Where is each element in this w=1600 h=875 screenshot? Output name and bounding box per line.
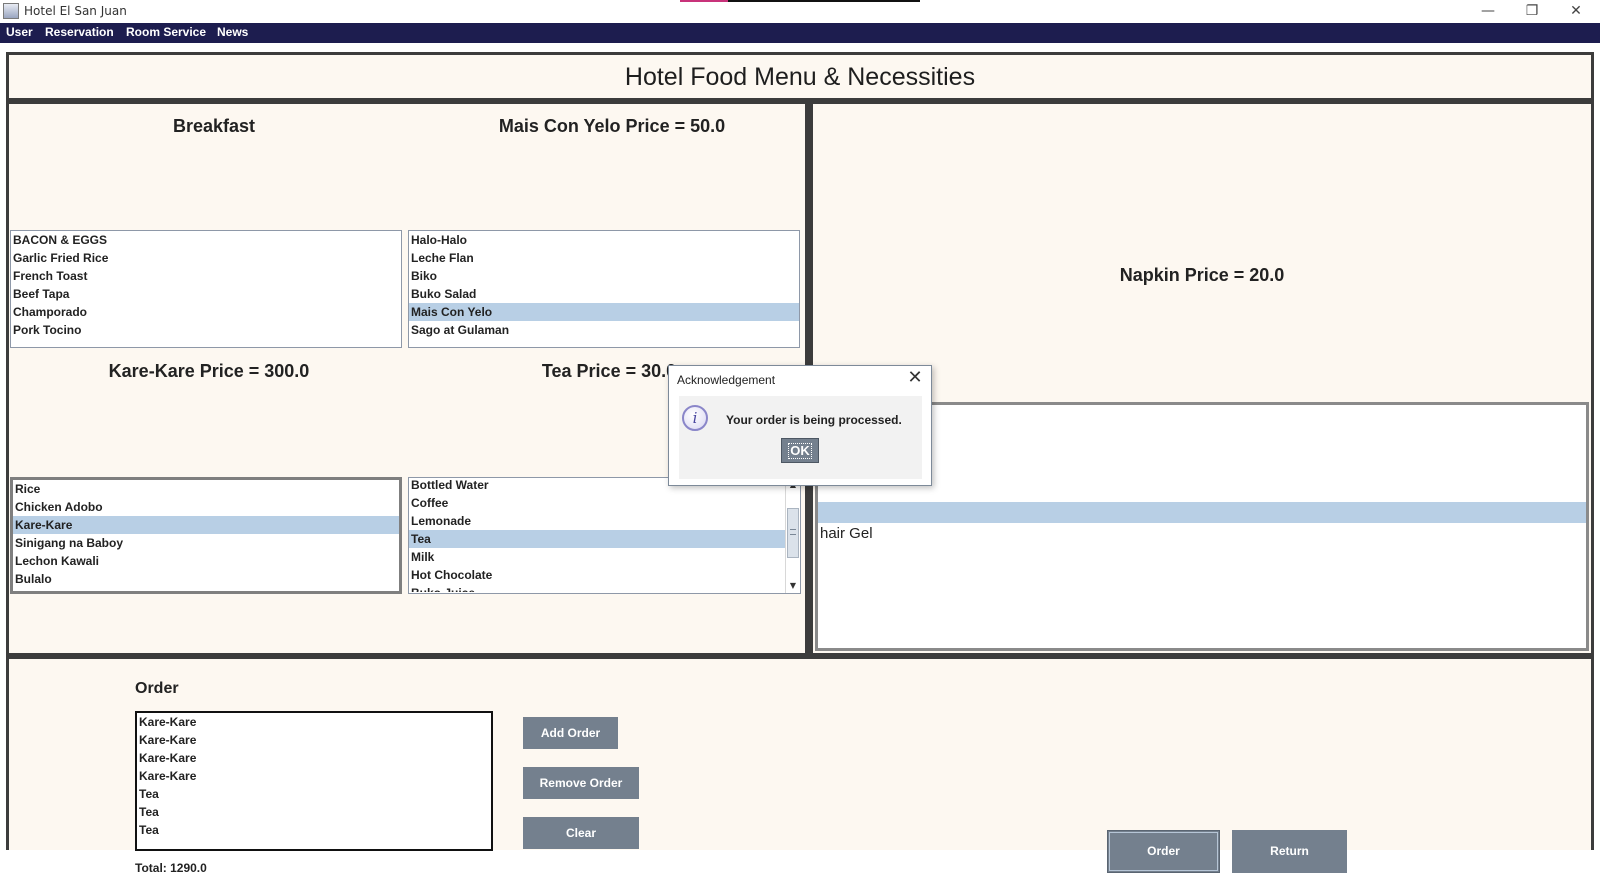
lunch-price-label: Kare-Kare Price = 300.0: [108, 361, 310, 381]
list-item[interactable]: hair Gel: [818, 523, 1586, 544]
scroll-down-icon[interactable]: ▼: [786, 579, 800, 593]
list-item-selected[interactable]: [818, 502, 1586, 523]
list-item-selected[interactable]: Kare-Kare: [13, 516, 399, 534]
list-item[interactable]: Halo-Halo: [409, 231, 799, 249]
list-item[interactable]: BACON & EGGS: [11, 231, 401, 249]
acknowledgement-dialog: Acknowledgement ✕ i Your order is being …: [668, 365, 932, 486]
order-list[interactable]: Kare-Kare Kare-Kare Kare-Kare Kare-Kare …: [135, 711, 493, 851]
list-item[interactable]: [818, 460, 1586, 481]
dialog-close-icon[interactable]: ✕: [905, 368, 925, 388]
dialog-ok-button[interactable]: OK: [781, 438, 819, 463]
add-order-button[interactable]: Add Order: [523, 717, 618, 749]
drinks-scrollbar[interactable]: ▲ ▼: [785, 478, 800, 593]
list-item[interactable]: Biko: [409, 267, 799, 285]
dialog-title: Acknowledgement: [677, 373, 776, 387]
dialog-message: Your order is being processed.: [726, 413, 902, 427]
header-panel: Hotel Food Menu & Necessities: [9, 55, 1591, 98]
menu-user[interactable]: User: [6, 25, 33, 39]
order-total: Total: 1290.0: [135, 861, 207, 875]
dialog-body: i Your order is being processed. OK: [679, 396, 922, 479]
order-panel: Order Kare-Kare Kare-Kare Kare-Kare Kare…: [9, 659, 1591, 875]
window-title: Hotel El San Juan: [24, 4, 127, 18]
remove-order-button[interactable]: Remove Order: [523, 767, 639, 799]
list-item[interactable]: Milk: [409, 548, 786, 566]
window-titlebar: Hotel El San Juan — ❐ ✕: [0, 0, 1600, 23]
list-item[interactable]: French Toast: [11, 267, 401, 285]
info-icon: i: [682, 405, 708, 431]
clear-button[interactable]: Clear: [523, 817, 639, 849]
page-title: Hotel Food Menu & Necessities: [624, 63, 976, 91]
order-item[interactable]: Tea: [137, 803, 491, 821]
list-item[interactable]: Champorado: [11, 303, 401, 321]
list-item[interactable]: Hot Chocolate: [409, 566, 786, 584]
list-item-selected[interactable]: Mais Con Yelo: [409, 303, 799, 321]
list-item[interactable]: [818, 418, 1586, 439]
list-item[interactable]: Garlic Fried Rice: [11, 249, 401, 267]
list-item[interactable]: Lemonade: [409, 512, 786, 530]
list-item[interactable]: Sinigang na Baboy: [13, 534, 399, 552]
list-item[interactable]: Leche Flan: [409, 249, 799, 267]
list-item[interactable]: Lechon Kawali: [13, 552, 399, 570]
order-button[interactable]: Order: [1107, 830, 1220, 873]
dessert-list[interactable]: Halo-Halo Leche Flan Biko Buko Salad Mai…: [408, 230, 800, 348]
breakfast-label: Breakfast: [172, 116, 256, 136]
list-item[interactable]: [818, 439, 1586, 460]
order-item[interactable]: Kare-Kare: [137, 749, 491, 767]
list-item[interactable]: Buko Juice: [409, 584, 786, 592]
close-icon[interactable]: ✕: [1554, 0, 1598, 23]
scroll-thumb[interactable]: [787, 508, 799, 558]
order-label: Order: [135, 680, 179, 697]
menu-room-service[interactable]: Room Service: [126, 25, 206, 39]
order-item[interactable]: Kare-Kare: [137, 731, 491, 749]
menu-news[interactable]: News: [217, 25, 248, 39]
list-item[interactable]: Coffee: [409, 494, 786, 512]
list-item[interactable]: Pork Tocino: [11, 321, 401, 339]
titlebar-accent-highlight: [680, 0, 728, 2]
list-item[interactable]: Sago at Gulaman: [409, 321, 799, 339]
restore-icon[interactable]: ❐: [1510, 0, 1554, 23]
list-item-selected[interactable]: Tea: [409, 530, 786, 548]
dialog-ok-label: OK: [788, 443, 812, 459]
necessities-price-label: Napkin Price = 20.0: [1119, 265, 1285, 285]
app-icon: [3, 3, 19, 19]
order-item[interactable]: Kare-Kare: [137, 713, 491, 731]
list-item[interactable]: Sh: [818, 405, 1586, 418]
breakfast-list[interactable]: BACON & EGGS Garlic Fried Rice French To…: [10, 230, 402, 348]
drinks-list[interactable]: Bottled Water Coffee Lemonade Tea Milk H…: [408, 477, 801, 594]
list-item[interactable]: Rice: [13, 480, 399, 498]
order-item[interactable]: Tea: [137, 785, 491, 803]
dessert-price-label: Mais Con Yelo Price = 50.0: [498, 116, 726, 136]
order-item[interactable]: Kare-Kare: [137, 767, 491, 785]
menubar: User Reservation Room Service News: [0, 23, 1600, 43]
order-item[interactable]: Tea: [137, 821, 491, 839]
menu-reservation[interactable]: Reservation: [45, 25, 114, 39]
list-item[interactable]: [818, 481, 1586, 502]
lunch-list[interactable]: Rice Chicken Adobo Kare-Kare Sinigang na…: [10, 477, 402, 594]
list-item[interactable]: Buko Salad: [409, 285, 799, 303]
list-item[interactable]: Beef Tapa: [11, 285, 401, 303]
return-button[interactable]: Return: [1232, 830, 1347, 873]
list-item[interactable]: Bulalo: [13, 570, 399, 588]
minimize-icon[interactable]: —: [1466, 0, 1510, 23]
list-item[interactable]: Chicken Adobo: [13, 498, 399, 516]
